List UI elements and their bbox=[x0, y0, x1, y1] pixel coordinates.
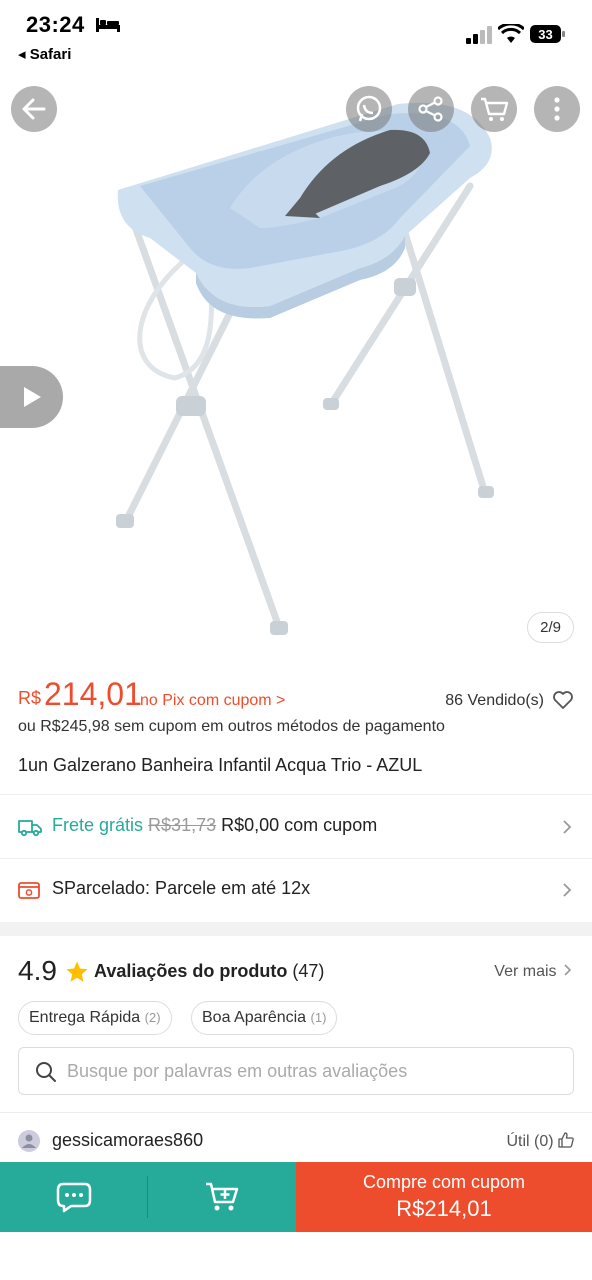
divider bbox=[0, 794, 592, 795]
helpful-button[interactable]: Útil (0) bbox=[506, 1132, 574, 1151]
divider bbox=[0, 858, 592, 859]
installments-text: SParcelado: Parcele em até 12x bbox=[52, 878, 311, 898]
heart-icon[interactable] bbox=[552, 690, 574, 710]
shipping-text: Frete grátis R$31,73 R$0,00 com cupom bbox=[52, 815, 377, 836]
product-image-gallery[interactable]: 2/9 bbox=[0, 68, 592, 668]
image-counter: 2/9 bbox=[527, 612, 574, 643]
alternative-price: ou R$245,98 sem cupom em outros métodos … bbox=[18, 718, 445, 735]
product-image bbox=[116, 102, 494, 635]
buy-label: Compre com cupom bbox=[362, 1172, 526, 1192]
share-icon bbox=[418, 96, 443, 122]
signal-icon bbox=[466, 26, 492, 44]
whatsapp-share-button[interactable] bbox=[346, 86, 392, 132]
installment-card-icon bbox=[18, 882, 40, 899]
back-to-safari[interactable]: ◂ Safari bbox=[18, 45, 71, 63]
truck-icon bbox=[18, 820, 42, 837]
free-shipping-label: Frete grátis bbox=[52, 815, 144, 835]
thumbs-up-icon bbox=[558, 1132, 574, 1148]
share-button[interactable] bbox=[408, 86, 454, 132]
chat-icon bbox=[56, 1182, 92, 1213]
add-to-cart-icon bbox=[206, 1182, 239, 1211]
helpful-label: Útil (0) bbox=[506, 1133, 554, 1150]
new-shipping-price: R$0,00 com cupom bbox=[221, 815, 378, 835]
wifi-icon bbox=[498, 24, 524, 43]
product-title: 1un Galzerano Banheira Infantil Acqua Tr… bbox=[18, 755, 423, 775]
avatar bbox=[18, 1130, 40, 1152]
play-icon bbox=[23, 387, 41, 407]
more-options-button[interactable] bbox=[534, 86, 580, 132]
installments-row[interactable]: SParcelado: Parcele em até 12x bbox=[18, 870, 574, 910]
battery-icon: 33 bbox=[530, 25, 565, 43]
user-icon bbox=[22, 1134, 36, 1148]
divider bbox=[0, 1112, 592, 1113]
sold-count: 86 Vendido(s) bbox=[445, 692, 544, 709]
buy-with-coupon-button[interactable]: Compre com cupom R$214,01 bbox=[296, 1162, 592, 1232]
play-video-button[interactable] bbox=[0, 366, 63, 428]
battery-level: 33 bbox=[538, 27, 552, 42]
review-filter-chip[interactable]: Entrega Rápida (2) bbox=[18, 1001, 172, 1035]
clock: 23:24 bbox=[26, 12, 85, 37]
buy-price: R$214,01 bbox=[396, 1196, 492, 1221]
cart-icon bbox=[481, 97, 509, 121]
price-currency: R$ bbox=[18, 688, 42, 708]
see-more-label: Ver mais bbox=[494, 963, 557, 980]
sleep-focus-icon bbox=[96, 18, 120, 32]
arrow-left-icon bbox=[22, 98, 46, 120]
price-value: 214,01 bbox=[44, 676, 142, 712]
rating-value: 4.9 bbox=[18, 955, 57, 986]
search-icon bbox=[36, 1062, 56, 1082]
back-button[interactable] bbox=[11, 86, 57, 132]
review-item: gessicamoraes860 Útil (0) bbox=[18, 1128, 574, 1158]
chip-count: (1) bbox=[310, 1010, 327, 1025]
chevron-right-icon bbox=[563, 820, 572, 834]
reviews-count: (47) bbox=[292, 961, 325, 981]
see-more-reviews-link[interactable]: Ver mais bbox=[494, 963, 572, 981]
chevron-right-icon bbox=[564, 964, 572, 976]
pix-coupon-link[interactable]: no Pix com cupom > bbox=[140, 692, 285, 710]
reviews-heading: Avaliações do produto (47) bbox=[94, 961, 324, 982]
search-placeholder: Busque por palavras em outras avaliações bbox=[67, 1061, 408, 1081]
star-icon bbox=[66, 961, 88, 982]
add-to-cart-button[interactable] bbox=[148, 1162, 296, 1232]
chat-button[interactable] bbox=[0, 1162, 148, 1232]
review-search-input[interactable]: Busque por palavras em outras avaliações bbox=[18, 1047, 574, 1095]
review-filter-chip[interactable]: Boa Aparência (1) bbox=[191, 1001, 338, 1035]
more-vertical-icon bbox=[554, 97, 560, 121]
chip-count: (2) bbox=[144, 1010, 161, 1025]
whatsapp-icon bbox=[356, 95, 382, 122]
bottom-action-bar: Compre com cupom R$214,01 bbox=[0, 1162, 592, 1232]
chip-label: Entrega Rápida bbox=[29, 1009, 141, 1026]
reviews-title: Avaliações do produto bbox=[94, 961, 288, 981]
chevron-right-icon bbox=[563, 883, 572, 897]
status-bar: 23:24 ◂ Safari 33 bbox=[0, 0, 592, 68]
chip-label: Boa Aparência bbox=[202, 1009, 307, 1026]
price-row: R$ 214,01 no Pix com cupom > 86 Vendido(… bbox=[18, 674, 578, 714]
section-separator bbox=[0, 922, 592, 936]
shipping-row[interactable]: Frete grátis R$31,73 R$0,00 com cupom bbox=[18, 807, 574, 847]
cart-button[interactable] bbox=[471, 86, 517, 132]
old-shipping-price: R$31,73 bbox=[148, 815, 217, 835]
review-username: gessicamoraes860 bbox=[52, 1130, 204, 1150]
